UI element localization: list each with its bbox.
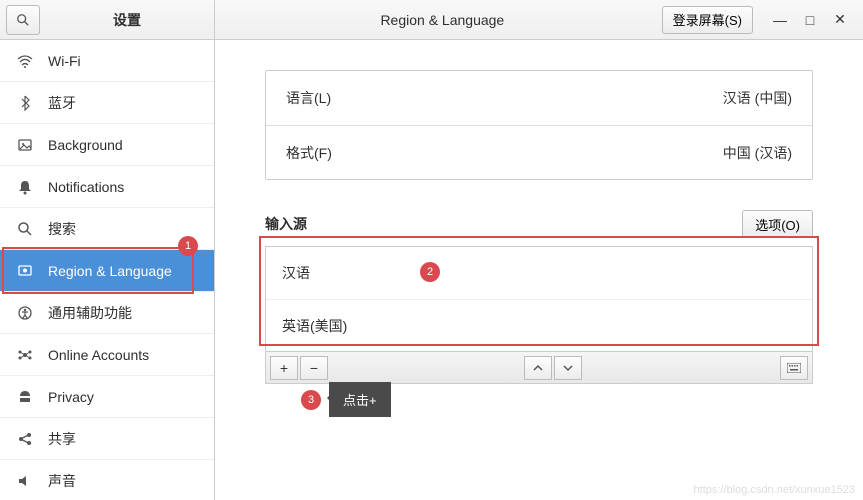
sidebar-item-label: Region & Language (48, 263, 172, 279)
sidebar-item-label: Background (48, 137, 123, 153)
sidebar-item-wifi[interactable]: Wi-Fi (0, 40, 214, 82)
language-value: 汉语 (中国) (723, 88, 792, 108)
input-source-label: 汉语 (282, 263, 310, 283)
input-source-list: 汉语 英语(美国) (265, 246, 813, 352)
chevron-up-icon (533, 363, 543, 373)
sidebar-item-label: Online Accounts (48, 347, 149, 363)
annotation-callout-2: 2 (420, 262, 440, 282)
settings-title: 设置 (40, 10, 214, 30)
online-accounts-icon (16, 346, 34, 364)
annotation-callout-1: 1 (178, 236, 198, 256)
sidebar-item-label: 通用辅助功能 (48, 303, 132, 323)
move-up-button[interactable] (524, 356, 552, 380)
privacy-icon (16, 388, 34, 406)
annotation-tooltip: 点击+ (329, 382, 391, 417)
wifi-icon (16, 52, 34, 70)
header-left: 设置 (0, 0, 215, 39)
sidebar-item-label: Wi-Fi (48, 53, 81, 69)
bell-icon (16, 178, 34, 196)
input-source-toolbar: + − (265, 352, 813, 384)
login-screen-button[interactable]: 登录屏幕(S) (662, 6, 753, 34)
settings-box: 语言(L) 汉语 (中国) 格式(F) 中国 (汉语) (265, 70, 813, 180)
close-button[interactable]: ✕ (829, 9, 851, 31)
sidebar-item-label: 共享 (48, 429, 76, 449)
sound-icon (16, 472, 34, 490)
header-right: Region & Language 登录屏幕(S) — □ ✕ (215, 0, 863, 39)
window-header: 设置 Region & Language 登录屏幕(S) — □ ✕ (0, 0, 863, 40)
keyboard-icon (787, 363, 801, 373)
input-source-item[interactable]: 英语(美国) (266, 299, 812, 351)
background-icon (16, 136, 34, 154)
search-icon (16, 13, 30, 27)
sidebar-item-label: 搜索 (48, 219, 76, 239)
page-title: Region & Language (223, 12, 662, 28)
watermark: https://blog.csdn.net/xunxue1523 (694, 484, 855, 496)
sidebar-item-accessibility[interactable]: 通用辅助功能 (0, 292, 214, 334)
sidebar-item-background[interactable]: Background (0, 124, 214, 166)
sidebar-item-label: 声音 (48, 471, 76, 491)
accessibility-icon (16, 304, 34, 322)
annotation-callout-3: 3 (301, 390, 321, 410)
chevron-down-icon (563, 363, 573, 373)
search-icon (16, 220, 34, 238)
share-icon (16, 430, 34, 448)
minimize-button[interactable]: — (769, 9, 791, 31)
sidebar-item-bluetooth[interactable]: 蓝牙 (0, 82, 214, 124)
options-button[interactable]: 选项(O) (742, 210, 813, 238)
sidebar-item-share[interactable]: 共享 (0, 418, 214, 460)
remove-input-source-button[interactable]: − (300, 356, 328, 380)
content-area: 语言(L) 汉语 (中国) 格式(F) 中国 (汉语) 输入源 选项(O) 汉语… (215, 40, 863, 500)
bluetooth-icon (16, 94, 34, 112)
format-value: 中国 (汉语) (723, 143, 792, 163)
input-source-header: 输入源 选项(O) (265, 210, 813, 238)
sidebar-item-privacy[interactable]: Privacy (0, 376, 214, 418)
search-button[interactable] (6, 5, 40, 35)
add-input-source-button[interactable]: + (270, 356, 298, 380)
keyboard-layout-button[interactable] (780, 356, 808, 380)
format-label: 格式(F) (286, 143, 723, 163)
minus-icon: − (310, 360, 318, 376)
sidebar-item-online-accounts[interactable]: Online Accounts (0, 334, 214, 376)
region-icon (16, 262, 34, 280)
format-row[interactable]: 格式(F) 中国 (汉语) (266, 125, 812, 179)
sidebar-item-label: Notifications (48, 179, 124, 195)
sidebar-item-sound[interactable]: 声音 (0, 460, 214, 500)
input-source-item[interactable]: 汉语 (266, 247, 812, 299)
maximize-button[interactable]: □ (799, 9, 821, 31)
sidebar-item-notifications[interactable]: Notifications (0, 166, 214, 208)
language-row[interactable]: 语言(L) 汉语 (中国) (266, 71, 812, 125)
plus-icon: + (280, 360, 288, 376)
language-label: 语言(L) (286, 88, 723, 108)
sidebar: Wi-Fi 蓝牙 Background Notifications 搜索 Reg… (0, 40, 215, 500)
sidebar-item-label: 蓝牙 (48, 93, 76, 113)
move-down-button[interactable] (554, 356, 582, 380)
input-source-title: 输入源 (265, 214, 742, 234)
input-source-label: 英语(美国) (282, 316, 347, 336)
sidebar-item-region-language[interactable]: Region & Language (0, 250, 214, 292)
sidebar-item-label: Privacy (48, 389, 94, 405)
